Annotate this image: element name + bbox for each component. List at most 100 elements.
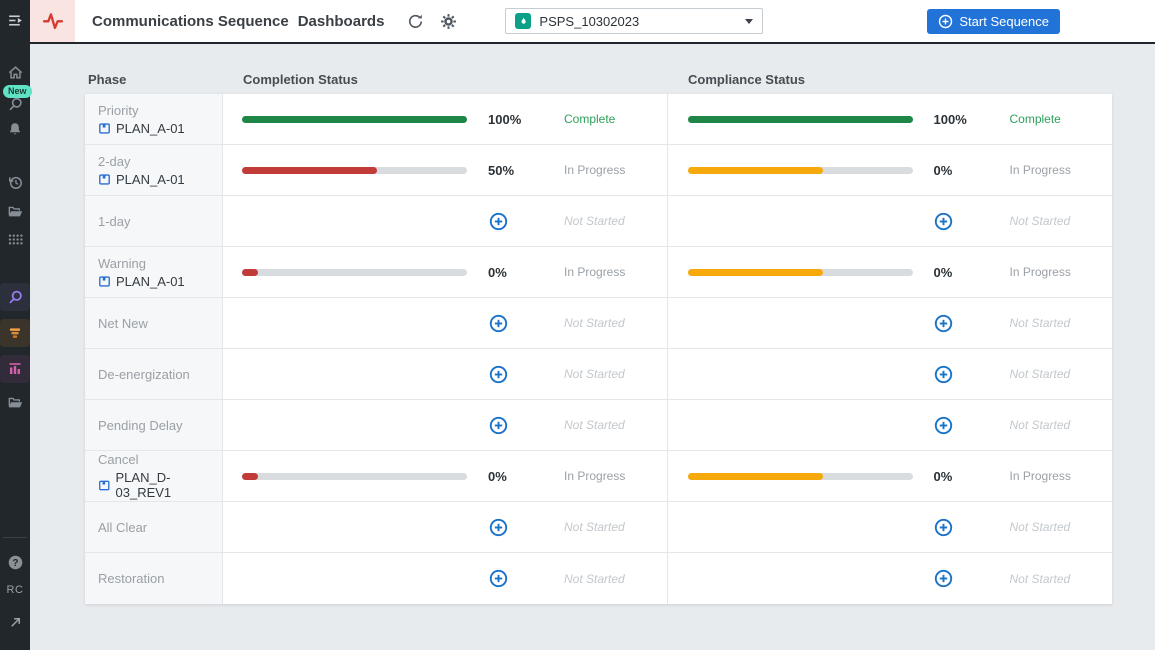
event-select[interactable]: PSPS_10302023 [505,8,763,34]
sidebar-divider [3,537,27,538]
column-header-compliance: Compliance Status [688,72,805,87]
completion-cell: 100% Complete [223,94,667,144]
phase-label: Pending Delay [98,418,222,433]
phase-cell: Pending Delay [85,400,223,450]
phase-cell: All Clear [85,502,223,552]
sidebar-item-filter-tool[interactable] [0,319,30,347]
phase-cell: Warning PLAN_A-01 [85,247,223,297]
plus-circle-icon [489,212,508,231]
phase-label: 1-day [98,214,222,229]
completion-cell: Not Started [223,400,667,450]
sidebar-item-home[interactable] [0,60,30,84]
completion-cell: Not Started [223,196,667,246]
percent-label: 0% [934,163,953,178]
add-status-button[interactable] [488,211,508,231]
settings-button[interactable] [438,11,459,32]
app-logo[interactable] [30,0,75,42]
compliance-progress-bar [688,422,913,429]
user-initials[interactable]: RC [0,584,30,596]
compliance-cell: 0% In Progress [667,145,1113,195]
phase-label: Priority [98,103,222,118]
table-row: Net New [85,298,1112,349]
event-flame-icon [515,13,531,29]
add-status-button[interactable] [934,569,954,589]
sidebar-item-apps[interactable] [0,227,30,251]
bar-chart-icon [7,361,23,377]
sidebar-item-analytics[interactable] [0,355,30,383]
compliance-cell: Not Started [667,196,1113,246]
status-label: In Progress [564,265,625,279]
add-status-button[interactable] [488,364,508,384]
refresh-icon [407,13,424,30]
compliance-progress-bar [688,167,913,174]
completion-progress-bar [242,269,467,276]
sidebar-item-help[interactable]: ? [0,550,30,574]
compliance-cell: Not Started [667,553,1113,604]
chevron-down-icon [745,19,753,24]
apps-grid-icon [7,231,24,248]
add-status-button[interactable] [934,211,954,231]
add-status-button[interactable] [488,313,508,333]
completion-progress-bar [242,167,467,174]
status-label: Not Started [1010,367,1071,381]
percent-label: 100% [488,112,521,127]
phase-cell: Priority PLAN_A-01 [85,94,223,144]
gear-icon [440,13,457,30]
start-sequence-button[interactable]: Start Sequence [927,9,1060,34]
plus-circle-icon [934,569,953,588]
phase-cell: 2-day PLAN_A-01 [85,145,223,195]
sidebar-item-notifications[interactable] [0,117,30,141]
status-label: In Progress [564,469,625,483]
add-status-button[interactable] [488,517,508,537]
percent-label: 50% [488,163,514,178]
table-row: Warning PLAN_A-01 0% [85,247,1112,298]
add-status-button[interactable] [934,517,954,537]
plan-label: PLAN_A-01 [116,121,185,136]
event-select-value: PSPS_10302023 [539,14,737,29]
app-name: Communications Sequence [92,13,289,30]
percent-label: 0% [934,469,953,484]
add-status-button[interactable] [934,415,954,435]
add-status-button[interactable] [934,364,954,384]
bell-icon [7,121,23,137]
compliance-progress-bar [688,524,913,531]
add-status-button[interactable] [488,415,508,435]
history-icon [7,174,24,191]
completion-progress-bar [242,575,467,582]
sidebar-item-search-tool[interactable] [0,283,30,311]
compliance-cell: Not Started [667,349,1113,399]
add-status-button[interactable] [488,569,508,589]
sidebar-item-external-link[interactable] [0,610,30,634]
plus-circle-icon [934,212,953,231]
status-label: Not Started [564,572,625,586]
sidebar-item-projects[interactable] [0,390,30,414]
completion-progress-bar [242,218,467,225]
page-title: Communications Sequence Dashboards [92,13,384,30]
plus-circle-icon [938,14,953,29]
sidebar-expand-button[interactable] [0,8,30,32]
status-label: Not Started [1010,520,1071,534]
completion-cell: Not Started [223,553,667,604]
sidebar-item-history[interactable] [0,170,30,194]
plan-link[interactable]: PLAN_D-03_REV1 [98,470,222,500]
plus-circle-icon [489,314,508,333]
plan-document-icon [98,479,111,492]
status-label: Not Started [1010,316,1071,330]
plan-link[interactable]: PLAN_A-01 [98,274,222,289]
phase-label: Restoration [98,571,222,586]
status-label: Not Started [1010,572,1071,586]
column-header-phase: Phase [88,72,126,87]
external-link-icon [8,615,23,630]
completion-progress-bar [242,524,467,531]
plan-link[interactable]: PLAN_A-01 [98,121,222,136]
new-badge: New [3,85,32,98]
table-row: All Clear [85,502,1112,553]
add-status-button[interactable] [934,313,954,333]
status-label: Not Started [564,418,625,432]
completion-cell: Not Started [223,349,667,399]
projects-folder-icon [7,394,24,411]
refresh-button[interactable] [405,11,426,32]
plan-label: PLAN_A-01 [116,172,185,187]
plan-link[interactable]: PLAN_A-01 [98,172,222,187]
sidebar-item-files[interactable] [0,199,30,223]
